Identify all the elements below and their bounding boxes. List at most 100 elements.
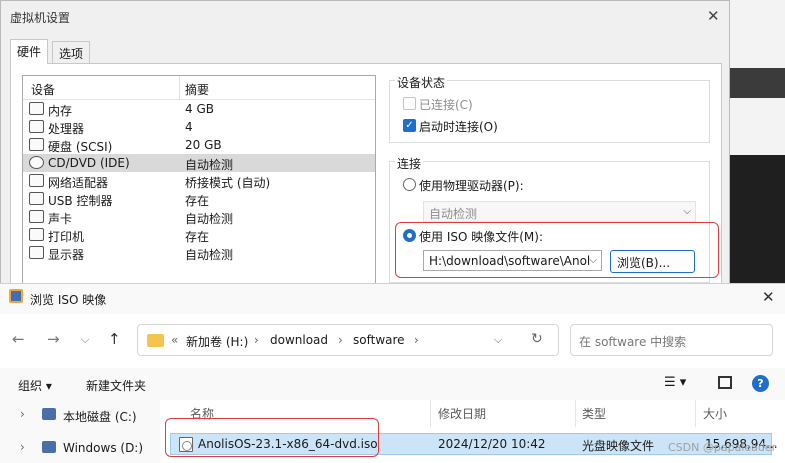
- device-row-usb[interactable]: USB 控制器 存在: [23, 190, 375, 208]
- close-icon[interactable]: ✕: [707, 7, 720, 25]
- up-icon[interactable]: ↑: [108, 330, 121, 348]
- breadcrumb-drive[interactable]: 新加卷 (H:): [186, 333, 248, 350]
- background-toolbar: [730, 68, 785, 98]
- chevron-right-icon[interactable]: ›: [20, 440, 25, 454]
- tab-options[interactable]: 选项: [52, 41, 91, 63]
- device-list[interactable]: 设备 摘要 内存 4 GB 处理器 4 硬盘 (SCSI) 20 GB CD/D…: [22, 75, 376, 285]
- physical-drive-select[interactable]: 自动检测 ⌵: [423, 201, 696, 222]
- forward-icon[interactable]: →: [47, 330, 60, 348]
- harddisk-icon: [29, 138, 44, 151]
- connection-title: 连接: [395, 155, 424, 172]
- file-dialog-title: 浏览 ISO 映像: [30, 293, 107, 307]
- network-icon: [29, 174, 44, 187]
- preview-pane-icon[interactable]: [718, 376, 732, 389]
- column-size[interactable]: 大小: [703, 405, 727, 422]
- memory-icon: [29, 102, 44, 115]
- navigation-bar: ← → ⌵ ↑ « 新加卷 (H:) › download › software…: [0, 314, 785, 368]
- breadcrumb-download[interactable]: download: [270, 333, 328, 347]
- monitor-icon: [29, 246, 44, 259]
- device-list-header: 设备 摘要: [23, 76, 375, 100]
- device-status-title: 设备状态: [395, 74, 448, 91]
- chevron-right-icon: ›: [414, 333, 419, 347]
- iso-file-label: 使用 ISO 映像文件(M):: [419, 230, 543, 244]
- column-summary: 摘要: [185, 83, 210, 97]
- device-row-memory[interactable]: 内存 4 GB: [23, 100, 375, 118]
- tab-hardware[interactable]: 硬件: [10, 39, 49, 64]
- device-summary: 桥接模式 (自动): [185, 176, 271, 190]
- device-name: 打印机: [48, 230, 85, 244]
- column-divider: [430, 400, 431, 427]
- chevron-down-icon: ⌵: [589, 255, 597, 266]
- drive-icon: [42, 441, 56, 453]
- device-summary: 自动检测: [185, 212, 234, 226]
- file-modified: 2024/12/20 10:42: [438, 437, 546, 451]
- device-name: 网络适配器: [48, 176, 109, 190]
- chevron-right-icon: ›: [338, 333, 343, 347]
- chevron-down-icon[interactable]: ⌵: [494, 333, 502, 347]
- device-name: USB 控制器: [48, 194, 113, 208]
- connected-label: 已连接(C): [419, 98, 473, 112]
- chevron-right-icon: ›: [254, 333, 259, 347]
- column-divider: [575, 400, 576, 427]
- new-folder-button[interactable]: 新建文件夹: [86, 377, 146, 394]
- recent-chevron-icon[interactable]: ⌵: [81, 333, 89, 347]
- iso-file-radio[interactable]: [403, 229, 416, 242]
- watermark: CSDN @papaleader: [668, 441, 777, 454]
- help-icon[interactable]: ?: [752, 375, 769, 392]
- usb-icon: [29, 192, 44, 205]
- navigation-tree: › 本地磁盘 (C:) › Windows (D:): [0, 400, 160, 463]
- dialog-title: 虚拟机设置: [10, 11, 71, 25]
- device-row-cddvd[interactable]: CD/DVD (IDE) 自动检测: [23, 154, 375, 172]
- device-row-printer[interactable]: 打印机 存在: [23, 226, 375, 244]
- vm-settings-dialog: 虚拟机设置 ✕ 硬件 选项 设备 摘要 内存 4 GB 处理器 4 硬盘 (SC…: [0, 0, 730, 290]
- column-device: 设备: [31, 83, 56, 97]
- column-type[interactable]: 类型: [582, 405, 606, 422]
- device-name: 硬盘 (SCSI): [48, 140, 113, 154]
- connect-at-power-on-label: 启动时连接(O): [419, 120, 498, 134]
- close-icon[interactable]: ✕: [762, 288, 775, 306]
- device-summary: 存在: [185, 194, 210, 208]
- device-name: 内存: [48, 104, 73, 118]
- iso-path-value: H:\download\software\Anol: [429, 254, 591, 268]
- browse-iso-dialog: 浏览 ISO 映像 ✕ ← → ⌵ ↑ « 新加卷 (H:) › downloa…: [0, 283, 785, 463]
- organize-button[interactable]: 组织 ▾: [18, 377, 52, 394]
- folder-icon: [147, 334, 164, 347]
- drive-icon: [42, 408, 56, 420]
- file-toolbar: 组织 ▾ 新建文件夹 ☰ ▾: [0, 370, 785, 400]
- iso-path-input[interactable]: H:\download\software\Anol ⌵: [423, 250, 602, 271]
- device-row-display[interactable]: 显示器 自动检测: [23, 244, 375, 262]
- device-row-sound[interactable]: 声卡 自动检测: [23, 208, 375, 226]
- tree-label: Windows (D:): [63, 441, 144, 455]
- device-summary: 自动检测: [185, 158, 234, 172]
- device-row-harddisk[interactable]: 硬盘 (SCSI) 20 GB: [23, 136, 375, 154]
- tree-item-windows-d[interactable]: › Windows (D:): [0, 437, 160, 459]
- address-bar[interactable]: « 新加卷 (H:) › download › software › ⌵ ↻: [137, 324, 559, 356]
- connect-at-power-on-checkbox[interactable]: ✓: [403, 119, 416, 132]
- file-type: 光盘映像文件: [582, 439, 655, 453]
- refresh-icon[interactable]: ↻: [531, 331, 543, 347]
- device-summary: 20 GB: [185, 138, 222, 152]
- chevron-right-icon[interactable]: ›: [20, 407, 25, 421]
- device-summary: 自动检测: [185, 248, 234, 262]
- device-name: 声卡: [48, 212, 73, 226]
- tree-item-local-disk-c[interactable]: › 本地磁盘 (C:): [0, 404, 160, 426]
- device-row-network[interactable]: 网络适配器 桥接模式 (自动): [23, 172, 375, 190]
- breadcrumb-overflow[interactable]: «: [171, 333, 178, 347]
- view-menu-icon[interactable]: ☰ ▾: [664, 375, 686, 390]
- speaker-icon: [29, 210, 44, 223]
- physical-drive-label: 使用物理驱动器(P):: [419, 179, 524, 193]
- device-summary: 存在: [185, 230, 210, 244]
- browse-button[interactable]: 浏览(B)...: [610, 250, 695, 273]
- back-icon[interactable]: ←: [12, 330, 25, 348]
- physical-drive-radio[interactable]: [403, 178, 416, 191]
- tree-label: 本地磁盘 (C:): [63, 410, 137, 424]
- search-input[interactable]: 在 software 中搜索: [570, 324, 773, 356]
- physical-drive-value: 自动检测: [429, 207, 478, 221]
- device-name: CD/DVD (IDE): [48, 156, 130, 170]
- device-row-processor[interactable]: 处理器 4: [23, 118, 375, 136]
- breadcrumb-software[interactable]: software: [353, 333, 405, 347]
- connected-checkbox[interactable]: [403, 97, 416, 110]
- column-modified[interactable]: 修改日期: [438, 405, 486, 422]
- device-summary: 4: [185, 120, 193, 134]
- device-name: 处理器: [48, 122, 85, 136]
